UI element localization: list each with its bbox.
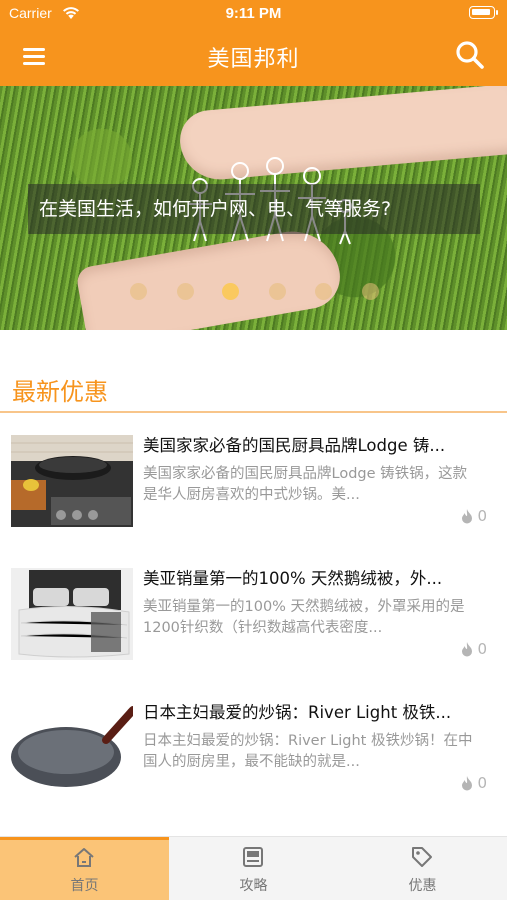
item-thumbnail-pan [11, 702, 133, 794]
tag-icon [412, 847, 432, 867]
tab-label: 优惠 [408, 878, 437, 894]
like-count-value: 0 [477, 774, 487, 792]
tab-deals[interactable]: 优惠 [338, 837, 507, 900]
flame-icon [462, 508, 473, 523]
like-count[interactable]: 0 [461, 507, 487, 525]
item-description: 美亚销量第一的100% 天然鹅绒被，外罩采用的是1200针织数（针织数越高代表密… [143, 599, 465, 636]
carousel-dots [130, 283, 390, 303]
item-description: 日本主妇最爱的炒锅：River Light 极铁炒锅！在中国人的厨房里，最不能缺… [143, 733, 473, 770]
item-thumbnail-comforter [11, 568, 133, 660]
page-title: 美国邦利 [207, 47, 300, 72]
list-item[interactable]: 美国家家必备的国民厨具品牌Lodge 铸... 美国家家必备的国民厨具品牌Lod… [0, 435, 507, 545]
navigation-bar: 美国邦利 [0, 28, 507, 86]
like-count-value: 0 [477, 507, 487, 525]
clock: 9:11 PM [225, 5, 282, 22]
item-title[interactable]: 美国家家必备的国民厨具品牌Lodge 铸... [143, 435, 493, 457]
search-icon[interactable] [453, 38, 487, 72]
top-bar: Carrier 9:11 PM 美国邦利 [0, 0, 507, 86]
carousel-dot[interactable] [269, 283, 286, 300]
carousel-dot[interactable] [130, 283, 147, 300]
flame-icon [462, 641, 473, 656]
section-title: 最新优惠 [12, 378, 108, 406]
item-title[interactable]: 日本主妇最爱的炒锅：River Light 极铁... [143, 702, 493, 724]
list-item[interactable]: 美亚销量第一的100% 天然鹅绒被，外... 美亚销量第一的100% 天然鹅绒被… [0, 568, 507, 678]
banner-caption: 在美国生活，如何开户网、电、气等服务? [28, 184, 480, 234]
like-count[interactable]: 0 [461, 640, 487, 658]
like-count-value: 0 [477, 640, 487, 658]
tab-home[interactable]: 首页 [0, 837, 169, 900]
tab-label: 首页 [70, 878, 99, 894]
carousel-dot[interactable] [177, 283, 194, 300]
item-title[interactable]: 美亚销量第一的100% 天然鹅绒被，外... [143, 568, 493, 590]
carousel-dot[interactable] [362, 283, 379, 300]
carousel-dot[interactable] [315, 283, 332, 300]
item-description: 美国家家必备的国民厨具品牌Lodge 铸铁锅，这款是华人厨房喜欢的中式炒锅。美.… [143, 466, 468, 503]
battery-icon [469, 6, 498, 19]
tab-label: 攻略 [239, 878, 268, 894]
item-thumbnail-wok [11, 435, 133, 527]
like-count[interactable]: 0 [461, 774, 487, 792]
banner-carousel[interactable]: 在美国生活，如何开户网、电、气等服务? [0, 86, 507, 330]
carousel-dot-active[interactable] [222, 283, 239, 300]
tab-bar: 首页 攻略 优惠 [0, 836, 507, 900]
list-item[interactable]: 日本主妇最爱的炒锅：River Light 极铁... 日本主妇最爱的炒锅：Ri… [0, 702, 507, 812]
flame-icon [462, 775, 473, 790]
status-bar: Carrier 9:11 PM [0, 0, 507, 28]
section-divider [0, 411, 507, 413]
guide-icon [243, 847, 263, 867]
home-icon [74, 848, 94, 867]
tab-guide[interactable]: 攻略 [169, 837, 338, 900]
